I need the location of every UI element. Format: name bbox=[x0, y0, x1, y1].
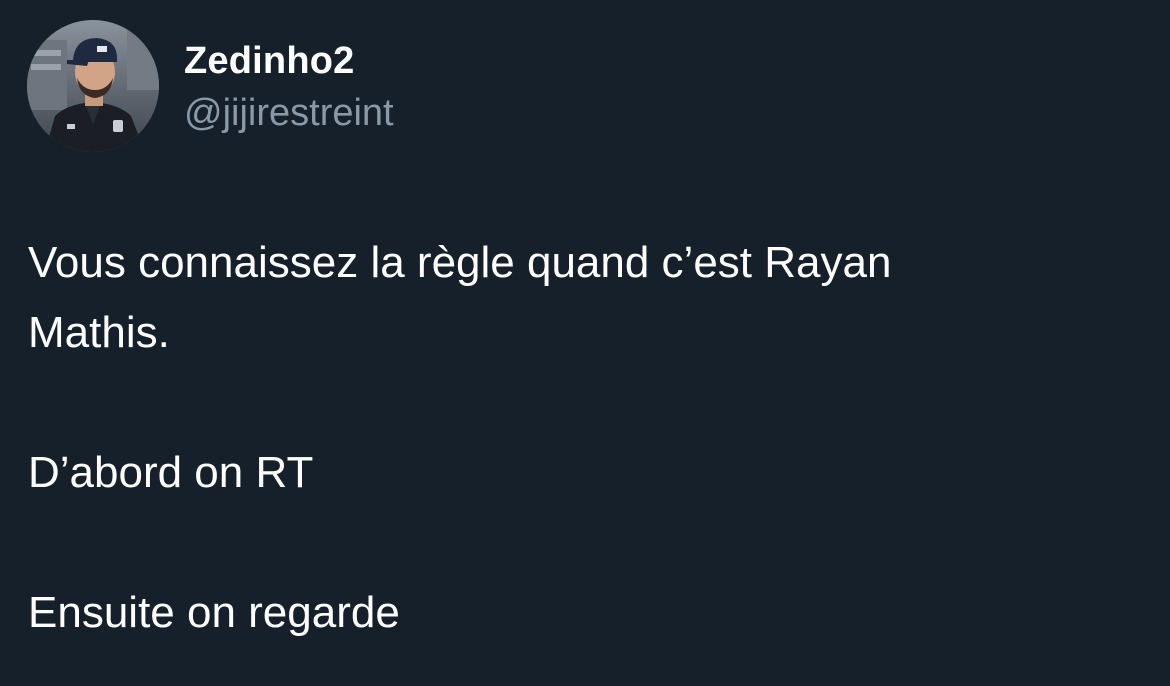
tweet-text-line: Ensuite on regarde bbox=[28, 588, 400, 637]
tweet-text: Vous connaissez la règle quand c’est Ray… bbox=[28, 228, 1138, 648]
avatar[interactable] bbox=[27, 20, 159, 152]
tweet-card: Zedinho2 @jijirestreint Vous connaissez … bbox=[0, 0, 1170, 686]
user-handle[interactable]: @jijirestreint bbox=[184, 90, 394, 136]
author-info: Zedinho2 @jijirestreint bbox=[184, 38, 394, 136]
tweet-text-line: Vous connaissez la règle quand c’est Ray… bbox=[28, 238, 892, 287]
display-name[interactable]: Zedinho2 bbox=[184, 38, 394, 84]
tweet-text-line: Mathis. bbox=[28, 308, 170, 357]
tweet-text-line: D’abord on RT bbox=[28, 448, 314, 497]
avatar-photo-icon bbox=[27, 20, 159, 152]
